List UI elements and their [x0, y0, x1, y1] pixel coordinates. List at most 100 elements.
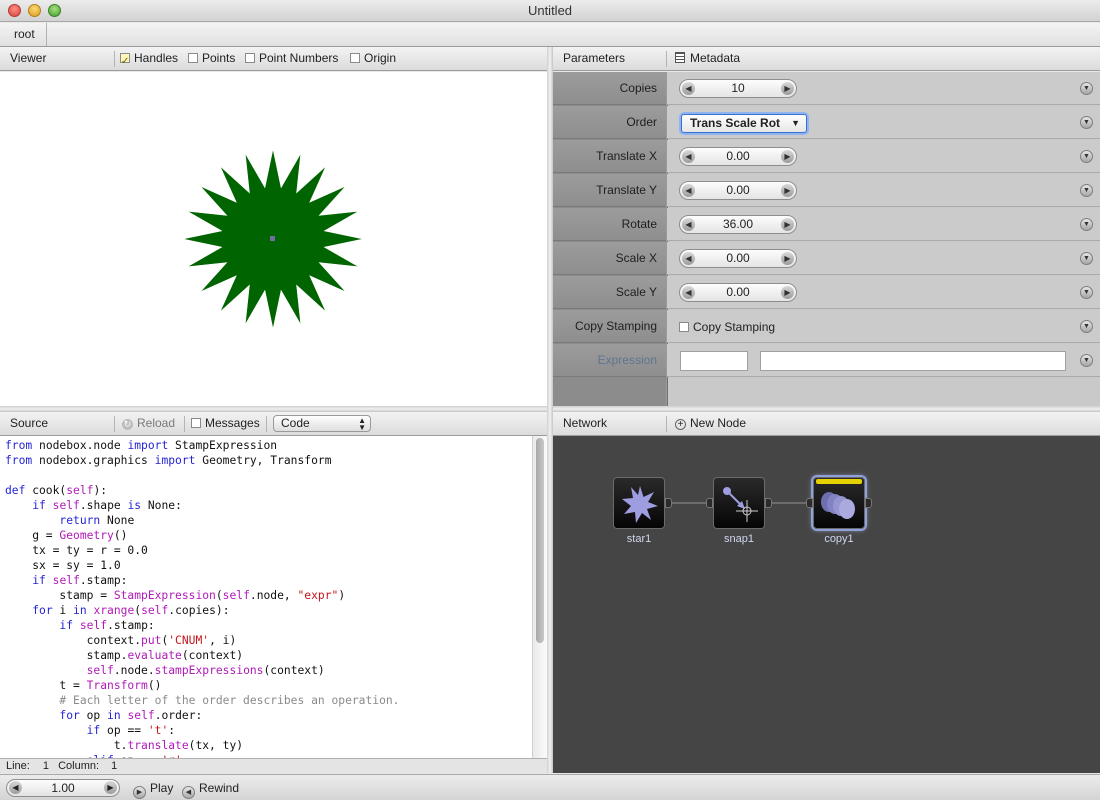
handles-label: Handles — [134, 51, 179, 65]
breadcrumb-root[interactable]: root — [0, 23, 49, 46]
copy-stamping-toggle[interactable]: Copy Stamping — [679, 320, 775, 334]
param-row-rotate: Rotate ◀ 36.00 ▶ ▼ — [553, 208, 1100, 242]
param-menu-button[interactable]: ▼ — [1080, 116, 1093, 129]
node-snap1[interactable] — [706, 477, 772, 529]
handles-checkbox[interactable] — [120, 50, 130, 73]
point-numbers-toggle[interactable]: Point Numbers — [245, 47, 338, 70]
output-port[interactable] — [665, 498, 672, 508]
play-button[interactable]: ▶ Play — [133, 781, 173, 799]
point-numbers-checkbox[interactable] — [245, 53, 255, 63]
output-port[interactable] — [765, 498, 772, 508]
input-port[interactable] — [806, 498, 813, 508]
input-port[interactable] — [706, 498, 713, 508]
rewind-button[interactable]: ◀ Rewind — [182, 781, 239, 799]
breadcrumb: root — [0, 23, 1100, 47]
origin-handle[interactable] — [270, 236, 275, 241]
decrement-arrow-icon[interactable]: ◀ — [682, 218, 695, 231]
origin-label: Origin — [364, 51, 397, 65]
translate-x-stepper[interactable]: ◀ 0.00 ▶ — [679, 147, 797, 166]
divider — [114, 416, 115, 432]
network-canvas[interactable]: star1 snap1 copy1 — [553, 436, 1100, 773]
network-header: Network + New Node — [553, 412, 1100, 436]
translate-x-value: 0.00 — [726, 149, 750, 163]
handles-toggle[interactable]: Handles — [120, 47, 179, 73]
messages-checkbox[interactable] — [191, 418, 201, 428]
increment-arrow-icon[interactable]: ▶ — [781, 218, 794, 231]
copy-stamping-checkbox[interactable] — [679, 322, 689, 332]
expression-short-field[interactable] — [680, 351, 748, 371]
reload-button[interactable]: ↻ Reload — [122, 412, 175, 435]
new-node-label: New Node — [690, 416, 747, 430]
scale-y-stepper[interactable]: ◀ 0.00 ▶ — [679, 283, 797, 302]
increment-arrow-icon[interactable]: ▶ — [104, 781, 117, 794]
increment-arrow-icon[interactable]: ▶ — [781, 82, 794, 95]
node-copy1[interactable] — [806, 477, 872, 529]
origin-toggle[interactable]: Origin — [350, 47, 396, 70]
node-label: star1 — [626, 533, 652, 545]
source-header: Source ↻ Reload Messages Code ▲ ▼ — [0, 412, 547, 436]
decrement-arrow-icon[interactable]: ◀ — [682, 150, 695, 163]
messages-toggle[interactable]: Messages — [191, 412, 260, 435]
code-text[interactable]: from nodebox.node import StampExpression… — [5, 438, 400, 758]
play-label: Play — [150, 781, 174, 795]
decrement-arrow-icon[interactable]: ◀ — [682, 82, 695, 95]
param-row-copies: Copies ◀ 10 ▶ ▼ — [553, 72, 1100, 106]
divider — [184, 416, 185, 432]
param-menu-button[interactable]: ▼ — [1080, 150, 1093, 163]
tab-metadata[interactable]: Metadata — [675, 47, 740, 70]
source-editor[interactable]: from nodebox.node import StampExpression… — [0, 436, 547, 758]
source-status-line: Line: 1 Column: 1 — [0, 758, 547, 773]
expression-field[interactable] — [760, 351, 1066, 371]
increment-arrow-icon[interactable]: ▶ — [781, 286, 794, 299]
viewer-canvas[interactable] — [0, 72, 547, 406]
frame-stepper[interactable]: ◀ 1.00 ▶ — [6, 779, 120, 797]
scrollbar-thumb[interactable] — [536, 438, 544, 643]
param-menu-button[interactable]: ▼ — [1080, 82, 1093, 95]
increment-arrow-icon[interactable]: ▶ — [781, 150, 794, 163]
param-label: Scale Y — [553, 276, 666, 309]
translate-y-stepper[interactable]: ◀ 0.00 ▶ — [679, 181, 797, 200]
source-mode-select[interactable]: Code ▲ ▼ — [273, 415, 371, 432]
param-label: Copy Stamping — [553, 310, 666, 343]
network-title: Network — [563, 416, 608, 430]
decrement-arrow-icon[interactable]: ◀ — [682, 286, 695, 299]
decrement-arrow-icon[interactable]: ◀ — [9, 781, 22, 794]
points-toggle[interactable]: Points — [188, 47, 235, 70]
param-menu-button[interactable]: ▼ — [1080, 354, 1093, 367]
copies-stepper[interactable]: ◀ 10 ▶ — [679, 79, 797, 98]
param-menu-button[interactable]: ▼ — [1080, 184, 1093, 197]
param-menu-button[interactable]: ▼ — [1080, 218, 1093, 231]
close-window-button[interactable] — [8, 4, 21, 17]
point-numbers-label: Point Numbers — [259, 51, 339, 65]
param-menu-button[interactable]: ▼ — [1080, 252, 1093, 265]
node-star1[interactable] — [613, 477, 672, 529]
points-checkbox[interactable] — [188, 53, 198, 63]
param-value-cell: ◀ 0.00 ▶ ▼ — [667, 242, 1100, 275]
scale-x-stepper[interactable]: ◀ 0.00 ▶ — [679, 249, 797, 268]
copies-value: 10 — [731, 81, 745, 95]
minimize-window-button[interactable] — [28, 4, 41, 17]
param-menu-button[interactable]: ▼ — [1080, 320, 1093, 333]
increment-arrow-icon[interactable]: ▶ — [781, 252, 794, 265]
zoom-window-button[interactable] — [48, 4, 61, 17]
new-node-button[interactable]: + New Node — [675, 412, 746, 435]
decrement-arrow-icon[interactable]: ◀ — [682, 184, 695, 197]
decrement-arrow-icon[interactable]: ◀ — [682, 252, 695, 265]
window-titlebar: Untitled — [0, 0, 1100, 22]
source-mode-value: Code — [281, 416, 310, 430]
rotate-stepper[interactable]: ◀ 36.00 ▶ — [679, 215, 797, 234]
param-label: Scale X — [553, 242, 666, 275]
order-select[interactable]: Trans Scale Rot ▼ — [681, 114, 807, 133]
source-title: Source — [10, 416, 49, 430]
origin-checkbox[interactable] — [350, 53, 360, 63]
tab-parameters[interactable]: Parameters — [563, 47, 625, 70]
param-row-order: Order Trans Scale Rot ▼ ▼ — [553, 106, 1100, 140]
source-scrollbar[interactable] — [532, 436, 547, 758]
order-value: Trans Scale Rot — [690, 116, 781, 130]
output-port[interactable] — [865, 498, 872, 508]
param-row-scale-x: Scale X ◀ 0.00 ▶ ▼ — [553, 242, 1100, 276]
param-value-cell: ◀ 0.00 ▶ ▼ — [667, 276, 1100, 309]
increment-arrow-icon[interactable]: ▶ — [781, 184, 794, 197]
scale-y-value: 0.00 — [726, 285, 750, 299]
param-menu-button[interactable]: ▼ — [1080, 286, 1093, 299]
